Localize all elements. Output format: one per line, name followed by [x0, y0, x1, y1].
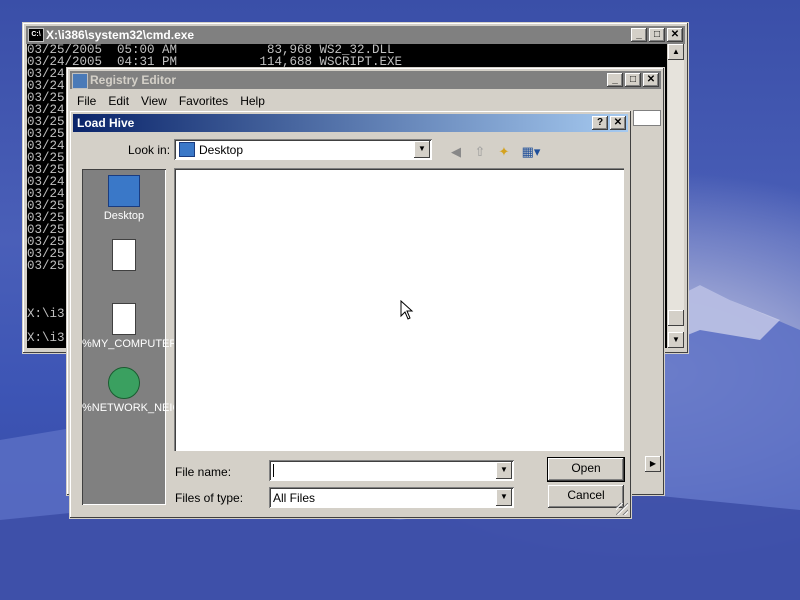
view-menu-icon[interactable]: ▦▾ [519, 143, 543, 161]
dialog-titlebar[interactable]: Load Hive ? ✕ [73, 114, 628, 132]
minimize-button[interactable]: _ [631, 28, 647, 42]
scroll-up-button[interactable]: ▲ [668, 44, 684, 60]
open-button[interactable]: Open [547, 457, 625, 482]
regedit-titlebar[interactable]: Registry Editor _ □ ✕ [70, 71, 661, 89]
cmd-scrollbar[interactable]: ▲ ▼ [668, 44, 684, 348]
menu-file[interactable]: File [71, 90, 102, 108]
look-in-value: Desktop [199, 143, 244, 157]
cmd-title: X:\i386\system32\cmd.exe [46, 28, 195, 42]
dialog-title: Load Hive [77, 116, 135, 130]
maximize-button[interactable]: □ [649, 28, 665, 42]
help-button[interactable]: ? [592, 116, 608, 130]
menu-edit[interactable]: Edit [102, 90, 135, 108]
cmd-titlebar[interactable]: C:\ X:\i386\system32\cmd.exe _ □ ✕ [26, 26, 685, 44]
files-of-type-value: All Files [273, 491, 316, 505]
up-folder-icon[interactable]: ⇧ [471, 143, 489, 161]
file-list[interactable] [174, 168, 624, 451]
place-label: Desktop [103, 210, 145, 222]
menu-view[interactable]: View [135, 90, 173, 108]
mouse-cursor-icon [400, 300, 414, 320]
files-of-type-label: Files of type: [175, 491, 244, 505]
new-folder-icon[interactable]: ✦ [495, 143, 513, 161]
close-button[interactable]: ✕ [610, 116, 626, 130]
places-bar: Desktop %MY_COMPUTER% %NETWORK_NEIGHBORH… [82, 169, 230, 505]
chevron-down-icon[interactable]: ▼ [414, 141, 430, 158]
network-icon [108, 367, 140, 399]
computer-icon [112, 303, 136, 335]
place-label: %MY_COMPUTER% [82, 338, 188, 350]
scroll-right-button[interactable]: ▶ [645, 456, 661, 472]
load-hive-dialog[interactable]: Load Hive ? ✕ Look in: Desktop ▼ ◀ ⇧ ✦ ▦… [69, 110, 632, 519]
minimize-button[interactable]: _ [607, 73, 623, 87]
desktop-icon [108, 175, 140, 207]
files-of-type-combo[interactable]: All Files ▼ [269, 487, 514, 508]
close-button[interactable]: ✕ [643, 73, 659, 87]
text-caret [273, 464, 274, 477]
look-in-combo[interactable]: Desktop ▼ [174, 139, 432, 160]
place-item[interactable] [82, 239, 166, 274]
chevron-down-icon[interactable]: ▼ [496, 462, 512, 479]
place-desktop[interactable]: Desktop [82, 175, 166, 222]
menu-favorites[interactable]: Favorites [173, 90, 234, 108]
cancel-button[interactable]: Cancel [548, 485, 624, 508]
regedit-icon [72, 73, 88, 89]
place-network[interactable]: %NETWORK_NEIGHBORH... [82, 367, 230, 414]
menu-help[interactable]: Help [234, 90, 271, 108]
file-name-label: File name: [175, 465, 232, 479]
file-name-field[interactable]: ▼ [269, 460, 514, 481]
resize-grip[interactable] [616, 503, 628, 515]
chevron-down-icon[interactable]: ▼ [496, 489, 512, 506]
back-icon[interactable]: ◀ [447, 143, 465, 161]
scroll-down-button[interactable]: ▼ [668, 332, 684, 348]
desktop-icon [179, 142, 195, 157]
maximize-button[interactable]: □ [625, 73, 641, 87]
window-icon [112, 239, 136, 271]
regedit-menubar: File Edit View Favorites Help [71, 90, 660, 110]
close-button[interactable]: ✕ [667, 28, 683, 42]
cmd-icon: C:\ [28, 28, 44, 42]
regedit-content-right [633, 110, 661, 126]
place-my-computer[interactable]: %MY_COMPUTER% [82, 303, 187, 350]
regedit-title: Registry Editor [90, 73, 177, 87]
scroll-thumb[interactable] [668, 310, 684, 326]
look-in-label: Look in: [128, 143, 171, 157]
